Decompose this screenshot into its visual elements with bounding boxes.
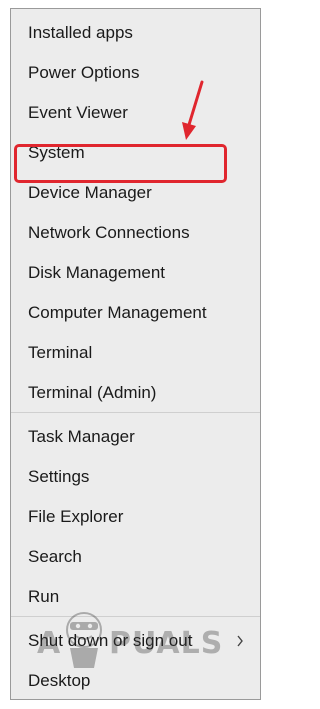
- menu-item-label: Shut down or sign out: [28, 631, 193, 650]
- menu-item-label: Run: [28, 587, 60, 606]
- menu-item-desktop[interactable]: Desktop: [11, 663, 260, 699]
- menu-item-label: Terminal: [28, 343, 93, 362]
- menu-item-label: Disk Management: [28, 263, 166, 282]
- menu-item-label: Network Connections: [28, 223, 190, 242]
- menu-item-label: Installed apps: [28, 23, 133, 42]
- screenshot-canvas: Installed apps Power Options Event Viewe…: [0, 0, 270, 709]
- chevron-right-icon: [236, 623, 244, 659]
- menu-item-disk-management[interactable]: Disk Management: [11, 255, 260, 291]
- menu-item-label: Terminal (Admin): [28, 383, 157, 402]
- menu-item-label: Power Options: [28, 63, 140, 82]
- menu-item-search[interactable]: Search: [11, 539, 260, 575]
- menu-item-file-explorer[interactable]: File Explorer: [11, 499, 260, 535]
- menu-item-label: Search: [28, 547, 82, 566]
- menu-separator: [11, 616, 260, 617]
- menu-item-label: Settings: [28, 467, 90, 486]
- menu-item-terminal[interactable]: Terminal: [11, 335, 260, 371]
- menu-item-terminal-admin[interactable]: Terminal (Admin): [11, 375, 260, 411]
- menu-item-label: Desktop: [28, 671, 91, 690]
- menu-item-label: Task Manager: [28, 427, 135, 446]
- menu-item-computer-management[interactable]: Computer Management: [11, 295, 260, 331]
- menu-item-network-connections[interactable]: Network Connections: [11, 215, 260, 251]
- menu-item-system[interactable]: System: [11, 135, 260, 171]
- menu-separator: [11, 412, 260, 413]
- menu-item-run[interactable]: Run: [11, 579, 260, 615]
- menu-item-installed-apps[interactable]: Installed apps: [11, 15, 260, 51]
- menu-item-label: Computer Management: [28, 303, 207, 322]
- menu-item-power-options[interactable]: Power Options: [11, 55, 260, 91]
- menu-item-event-viewer[interactable]: Event Viewer: [11, 95, 260, 131]
- menu-item-settings[interactable]: Settings: [11, 459, 260, 495]
- menu-item-label: File Explorer: [28, 507, 124, 526]
- menu-item-task-manager[interactable]: Task Manager: [11, 419, 260, 455]
- menu-item-device-manager[interactable]: Device Manager: [11, 175, 260, 211]
- menu-item-shut-down-or-sign-out[interactable]: Shut down or sign out: [11, 623, 260, 659]
- menu-item-label: Device Manager: [28, 183, 152, 202]
- menu-item-label: Event Viewer: [28, 103, 128, 122]
- menu-item-label: System: [28, 143, 85, 162]
- winx-context-menu: Installed apps Power Options Event Viewe…: [10, 8, 261, 700]
